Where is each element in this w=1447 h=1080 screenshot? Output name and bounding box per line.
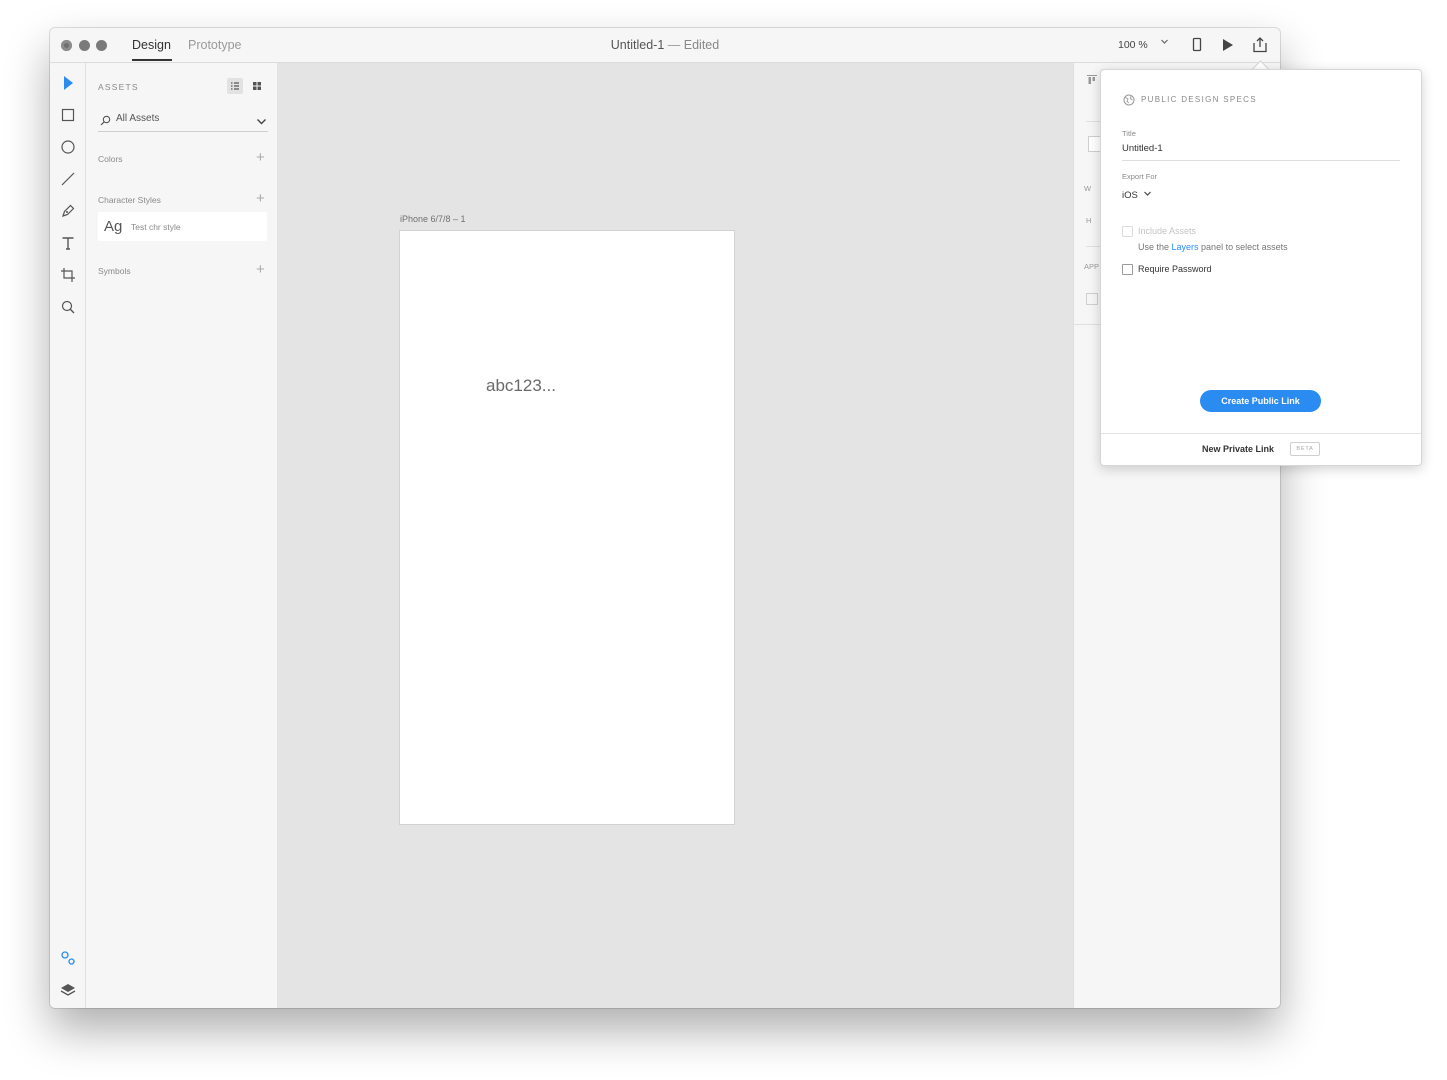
ellipse-tool-icon[interactable]: [58, 137, 78, 157]
artboard-name[interactable]: iPhone 6/7/8 – 1: [400, 214, 466, 224]
close-window-button[interactable]: [61, 40, 72, 51]
tool-bar: [50, 63, 86, 1008]
tab-design[interactable]: Design: [132, 38, 171, 52]
share-popover: PUBLIC DESIGN SPECS Title Untitled-1 Exp…: [1100, 69, 1422, 466]
help-text-suffix: panel to select assets: [1198, 242, 1288, 252]
title-bar: Design Prototype Untitled-1 — Edited 100…: [50, 28, 1280, 63]
artboard-text-layer[interactable]: abc123...: [486, 376, 556, 396]
character-style-sample: Ag: [104, 218, 123, 235]
layers-icon[interactable]: [58, 980, 78, 1000]
title-field[interactable]: Untitled-1: [1122, 143, 1163, 154]
zoom-level[interactable]: 100 %: [1118, 39, 1148, 51]
title-separator: —: [667, 38, 681, 52]
include-assets-help: Use the Layers panel to select assets: [1138, 242, 1288, 252]
document-name: Untitled-1: [610, 38, 665, 52]
maximize-window-button[interactable]: [96, 40, 107, 51]
assets-filter-value: All Assets: [116, 113, 160, 124]
layers-link[interactable]: Layers: [1172, 242, 1199, 252]
search-icon: [100, 113, 111, 131]
tab-prototype[interactable]: Prototype: [188, 38, 242, 52]
pen-tool-icon[interactable]: [58, 201, 78, 221]
assets-filter-dropdown[interactable]: All Assets: [98, 109, 268, 132]
align-top-icon[interactable]: [1086, 73, 1098, 91]
colors-section-label: Colors: [98, 154, 123, 164]
require-password-label[interactable]: Require Password: [1138, 264, 1212, 274]
globe-icon: [1123, 93, 1135, 111]
height-label: H: [1086, 216, 1092, 225]
select-tool-icon[interactable]: [58, 73, 78, 93]
include-assets-label: Include Assets: [1138, 226, 1197, 236]
popover-header: PUBLIC DESIGN SPECS: [1141, 95, 1257, 104]
require-password-checkbox[interactable]: [1122, 264, 1133, 275]
minimize-window-button[interactable]: [79, 40, 90, 51]
line-tool-icon[interactable]: [58, 169, 78, 189]
device-preview-icon[interactable]: [1187, 36, 1207, 54]
symbols-section-label: Symbols: [98, 266, 131, 276]
play-icon[interactable]: [1218, 36, 1238, 54]
opacity-icon[interactable]: [1086, 293, 1098, 305]
add-color-button[interactable]: +: [256, 150, 265, 165]
artboard-tool-icon[interactable]: [58, 265, 78, 285]
include-assets-checkbox[interactable]: [1122, 226, 1133, 237]
add-symbol-button[interactable]: +: [256, 262, 265, 277]
width-label: W: [1084, 184, 1092, 193]
character-styles-section-label: Character Styles: [98, 195, 161, 205]
export-for-label: Export For: [1122, 172, 1158, 181]
document-status: Edited: [683, 38, 720, 52]
rectangle-tool-icon[interactable]: [58, 105, 78, 125]
zoom-tool-icon[interactable]: [58, 297, 78, 317]
add-character-style-button[interactable]: +: [256, 191, 265, 206]
assets-panel: ASSETS All Assets Colors + Character Sty…: [86, 63, 278, 1008]
appearance-section-label: APP: [1084, 262, 1100, 271]
title-field-underline: [1122, 160, 1400, 161]
new-private-link-button[interactable]: New Private Link: [1202, 444, 1274, 454]
zoom-dropdown-chevron-icon[interactable]: [1160, 37, 1169, 49]
export-for-select[interactable]: iOS: [1122, 189, 1152, 201]
create-public-link-button[interactable]: Create Public Link: [1200, 390, 1321, 412]
assets-icon[interactable]: [58, 948, 78, 968]
chevron-down-icon: [256, 114, 267, 132]
character-style-name: Test chr style: [131, 222, 181, 232]
export-for-value: iOS: [1122, 190, 1138, 201]
beta-badge: BETA: [1290, 442, 1320, 456]
popover-divider: [1101, 433, 1421, 434]
help-text-prefix: Use the: [1138, 242, 1172, 252]
chevron-down-icon: [1144, 191, 1152, 196]
assets-panel-title: ASSETS: [98, 82, 139, 92]
grid-view-icon[interactable]: [249, 78, 265, 94]
title-field-label: Title: [1122, 129, 1136, 138]
text-tool-icon[interactable]: [58, 233, 78, 253]
design-canvas[interactable]: iPhone 6/7/8 – 1 abc123...: [278, 63, 1073, 1008]
character-style-item[interactable]: Ag Test chr style: [98, 212, 267, 241]
active-tab-indicator: [132, 59, 172, 61]
app-window: Design Prototype Untitled-1 — Edited 100…: [50, 28, 1280, 1008]
list-view-icon[interactable]: [227, 78, 243, 94]
share-icon[interactable]: [1250, 36, 1270, 54]
artboard[interactable]: abc123...: [399, 230, 735, 825]
